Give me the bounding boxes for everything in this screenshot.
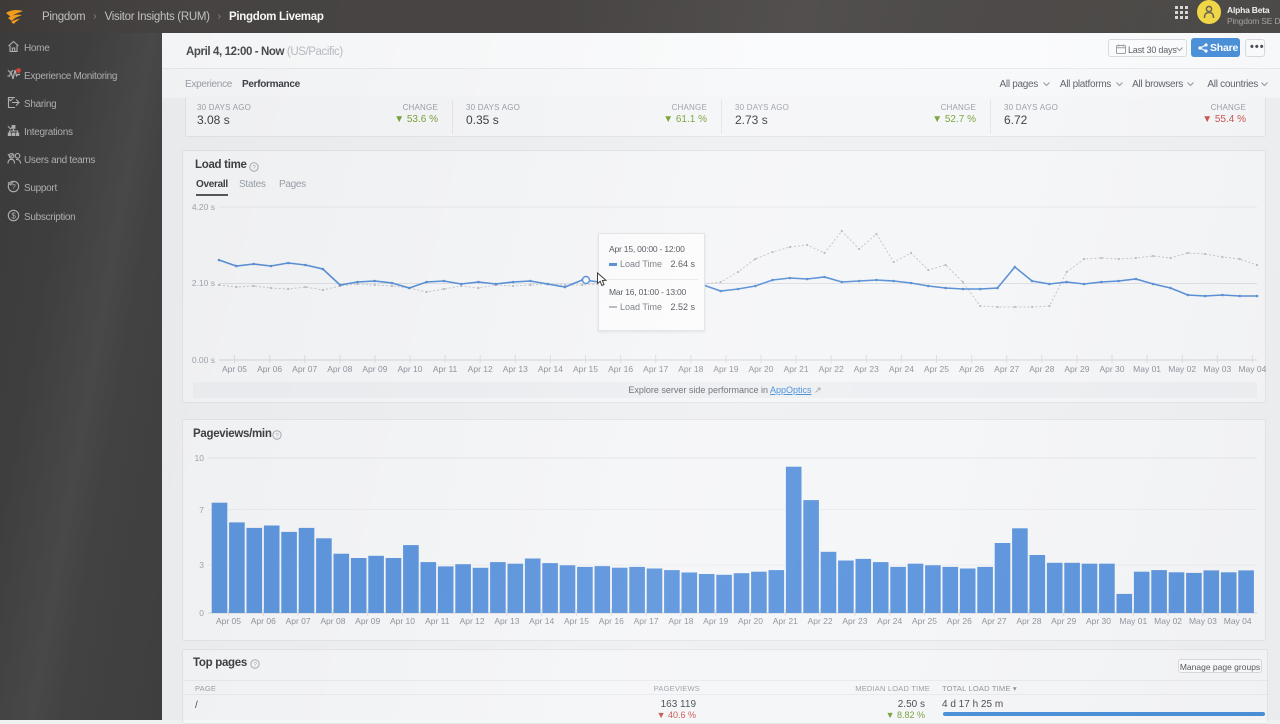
svg-text:0: 0 <box>199 608 204 618</box>
svg-text:?: ? <box>253 661 257 668</box>
svg-text:Apr 11: Apr 11 <box>425 616 450 626</box>
svg-text:Apr 06: Apr 06 <box>257 364 282 374</box>
svg-text:Apr 30: Apr 30 <box>1086 616 1111 626</box>
svg-text:Apr 18: Apr 18 <box>668 616 693 626</box>
svg-text:Apr 29: Apr 29 <box>1051 616 1076 626</box>
svg-text:Apr 12: Apr 12 <box>460 616 485 626</box>
svg-text:Apr 16: Apr 16 <box>608 364 633 374</box>
svg-text:Apr 13: Apr 13 <box>494 616 519 626</box>
svg-text:Apr 24: Apr 24 <box>889 364 914 374</box>
svg-text:May 02: May 02 <box>1168 364 1196 374</box>
svg-text:Apr 23: Apr 23 <box>842 616 867 626</box>
svg-text:Apr 27: Apr 27 <box>982 616 1007 626</box>
svg-text:May 01: May 01 <box>1133 364 1161 374</box>
svg-text:May 03: May 03 <box>1189 616 1217 626</box>
svg-text:May 02: May 02 <box>1154 616 1182 626</box>
svg-text:7: 7 <box>199 505 204 515</box>
svg-text:Apr 10: Apr 10 <box>397 364 422 374</box>
svg-text:Apr 14: Apr 14 <box>529 616 554 626</box>
svg-text:Apr 26: Apr 26 <box>947 616 972 626</box>
svg-text:May 04: May 04 <box>1238 364 1266 374</box>
svg-text:Apr 09: Apr 09 <box>355 616 380 626</box>
svg-text:Apr 21: Apr 21 <box>784 364 809 374</box>
svg-text:Apr 20: Apr 20 <box>748 364 773 374</box>
svg-text:Apr 28: Apr 28 <box>1029 364 1054 374</box>
svg-text:Apr 19: Apr 19 <box>713 364 738 374</box>
svg-text:Apr 07: Apr 07 <box>292 364 317 374</box>
svg-text:Apr 07: Apr 07 <box>286 616 311 626</box>
svg-text:May 04: May 04 <box>1224 616 1252 626</box>
svg-text:Apr 27: Apr 27 <box>994 364 1019 374</box>
svg-text:Apr 12: Apr 12 <box>468 364 493 374</box>
svg-text:Apr 06: Apr 06 <box>251 616 276 626</box>
svg-text:Apr 10: Apr 10 <box>390 616 415 626</box>
svg-text:Apr 29: Apr 29 <box>1064 364 1089 374</box>
svg-text:Apr 17: Apr 17 <box>643 364 668 374</box>
svg-text:Apr 13: Apr 13 <box>503 364 528 374</box>
svg-text:4.20 s: 4.20 s <box>192 202 215 212</box>
svg-text:Apr 08: Apr 08 <box>320 616 345 626</box>
svg-text:Apr 15: Apr 15 <box>573 364 598 374</box>
svg-text:0.00 s: 0.00 s <box>192 355 215 365</box>
svg-text:Apr 26: Apr 26 <box>959 364 984 374</box>
svg-text:Apr 30: Apr 30 <box>1099 364 1124 374</box>
svg-text:Apr 25: Apr 25 <box>924 364 949 374</box>
svg-text:May 03: May 03 <box>1203 364 1231 374</box>
svg-text:May 01: May 01 <box>1119 616 1147 626</box>
svg-text:10: 10 <box>195 453 205 463</box>
svg-text:3: 3 <box>199 560 204 570</box>
svg-text:Apr 14: Apr 14 <box>538 364 563 374</box>
svg-text:Apr 22: Apr 22 <box>808 616 833 626</box>
svg-text:Apr 25: Apr 25 <box>912 616 937 626</box>
svg-text:Apr 22: Apr 22 <box>819 364 844 374</box>
svg-text:Apr 24: Apr 24 <box>877 616 902 626</box>
svg-text:Apr 21: Apr 21 <box>773 616 798 626</box>
svg-text:Apr 19: Apr 19 <box>703 616 728 626</box>
svg-text:Apr 28: Apr 28 <box>1016 616 1041 626</box>
svg-text:Apr 16: Apr 16 <box>599 616 624 626</box>
svg-text:Apr 08: Apr 08 <box>327 364 352 374</box>
svg-text:Apr 05: Apr 05 <box>222 364 247 374</box>
svg-text:2.10 s: 2.10 s <box>192 278 215 288</box>
svg-text:Apr 15: Apr 15 <box>564 616 589 626</box>
svg-text:Apr 23: Apr 23 <box>854 364 879 374</box>
svg-text:$: $ <box>11 211 16 220</box>
svg-text:Apr 05: Apr 05 <box>216 616 241 626</box>
svg-text:Apr 20: Apr 20 <box>738 616 763 626</box>
svg-text:Apr 11: Apr 11 <box>433 364 458 374</box>
svg-text:Apr 09: Apr 09 <box>362 364 387 374</box>
svg-text:Apr 17: Apr 17 <box>634 616 659 626</box>
svg-text:Apr 18: Apr 18 <box>678 364 703 374</box>
